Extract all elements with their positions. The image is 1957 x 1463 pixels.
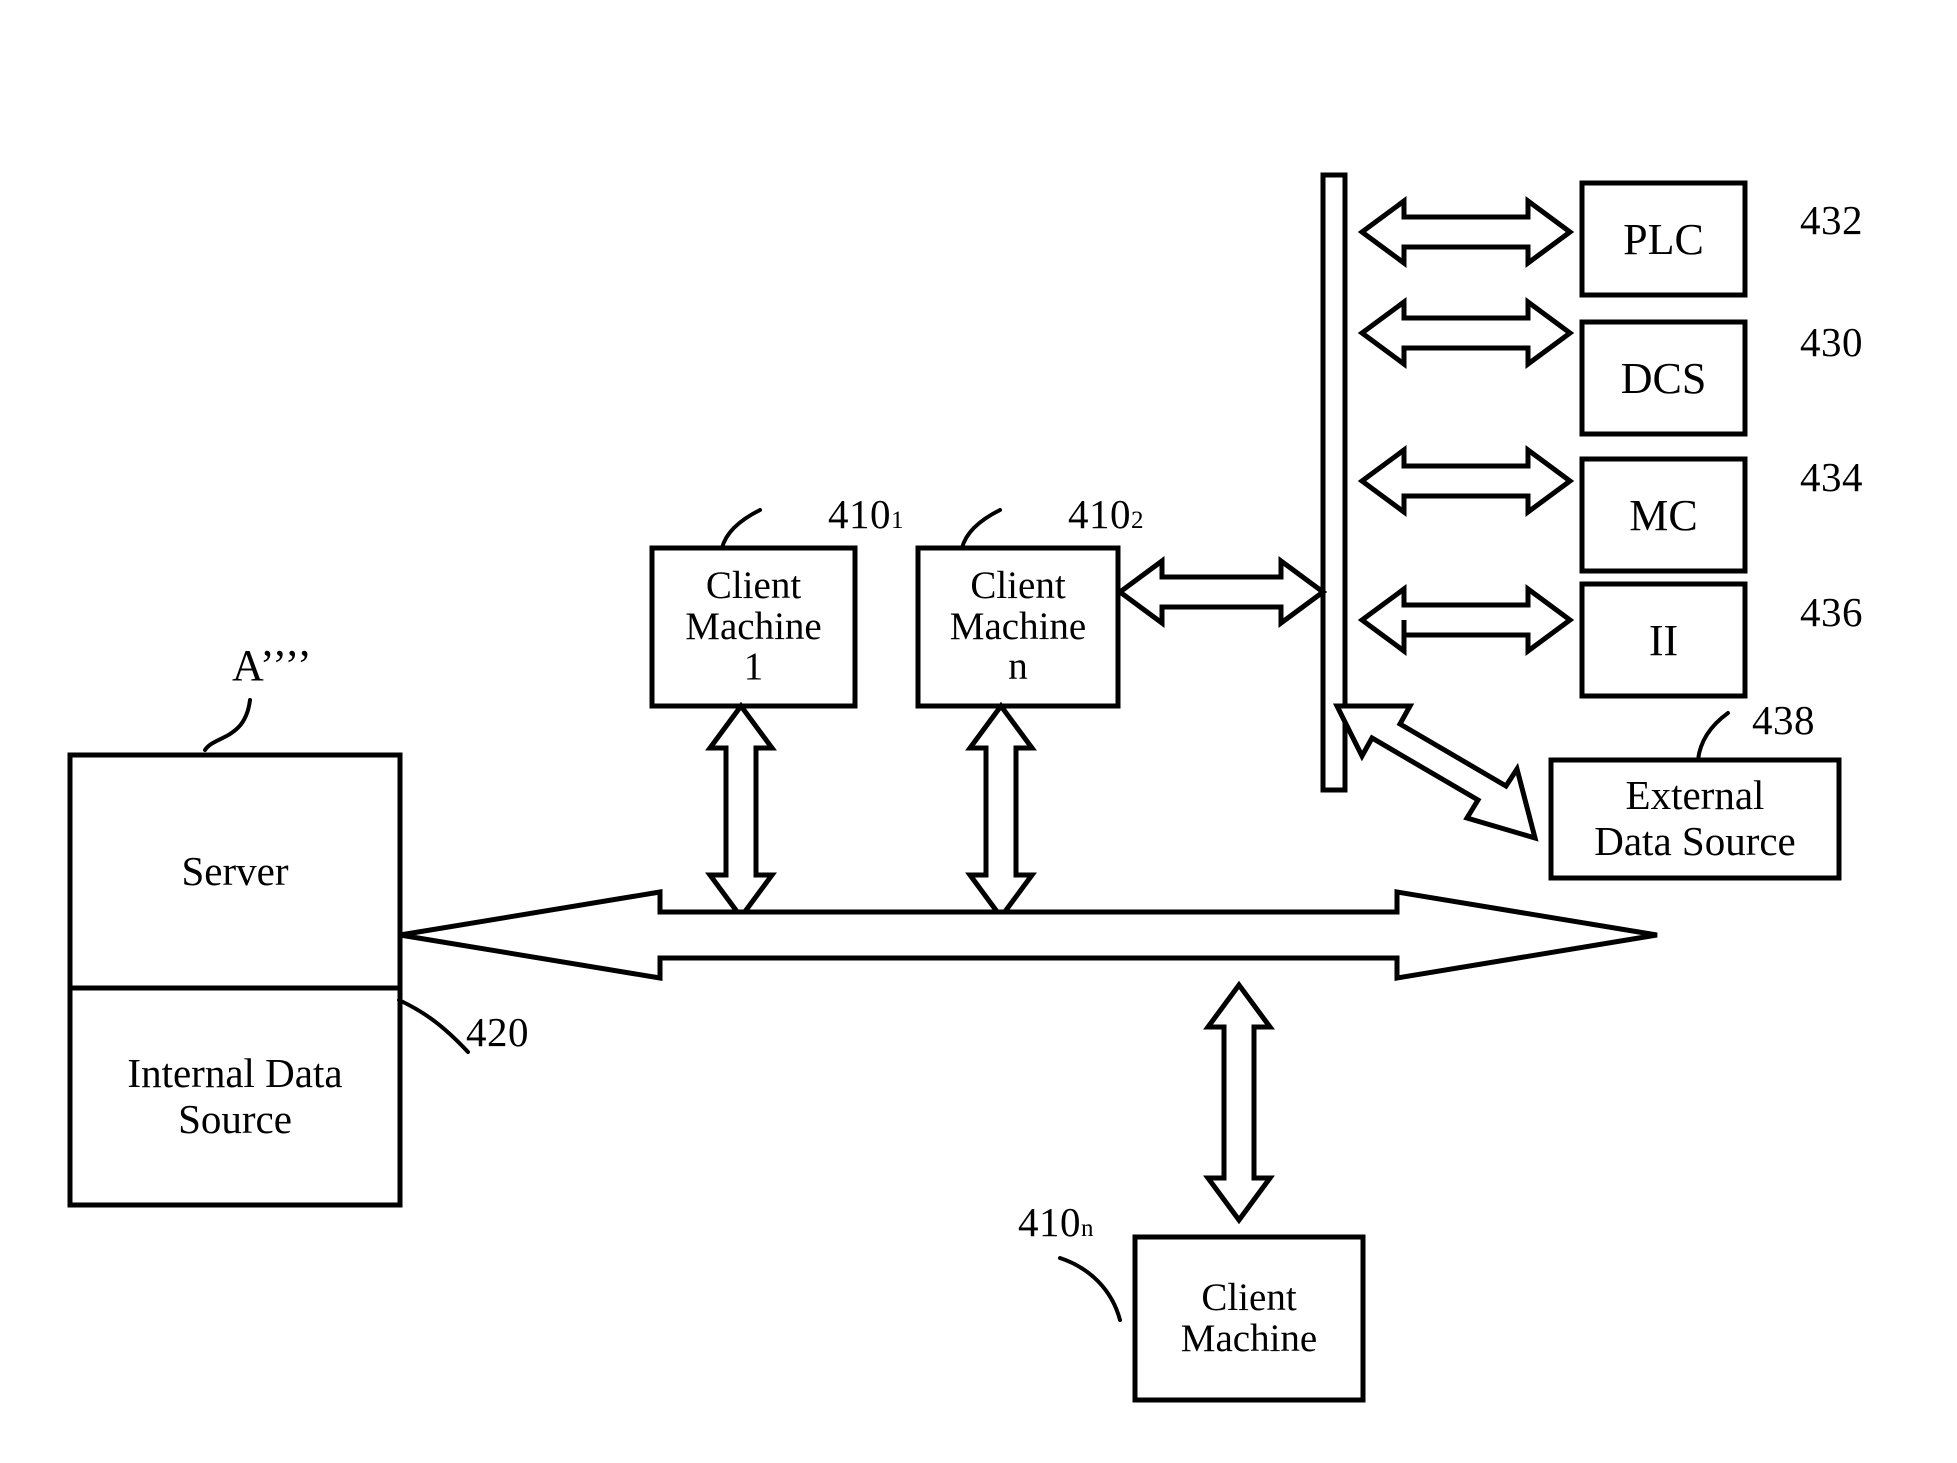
ref-410-n-subscript: n: [1081, 1215, 1094, 1242]
ref-number-432: 432: [1800, 197, 1863, 243]
device-label-ii: II: [1648, 615, 1679, 665]
arrow-bus-to-mc: [1357, 445, 1575, 517]
leader-line-410-n: [1058, 1256, 1122, 1322]
figure-tag-a: A’’’’: [232, 641, 313, 690]
ref-number-436: 436: [1800, 589, 1863, 635]
arrow-client1-to-network: [705, 701, 777, 922]
device-label-dcs: DCS: [1620, 353, 1707, 403]
figure-canvas: A’’’’ Server Internal Data Source 420 Cl…: [0, 0, 1957, 1463]
external-data-source-line1: External: [1625, 772, 1765, 819]
arrow-bus-to-external-data-source: [1332, 703, 1539, 842]
ref-410-n-base: 410: [1018, 1199, 1081, 1245]
leader-line-410-2: [960, 508, 1002, 550]
client-machine-1-label: Client Machine 1: [652, 548, 855, 706]
communication-bus: [1320, 172, 1348, 793]
leader-line-420: [397, 998, 470, 1054]
ref-number-438: 438: [1752, 697, 1815, 743]
ref-number-434: 434: [1800, 454, 1863, 500]
arrow-client2-to-bus: [1115, 556, 1328, 628]
device-label-plc: PLC: [1623, 214, 1704, 264]
external-data-source-line2: Data Source: [1594, 818, 1796, 864]
ref-410-1-base: 410: [828, 491, 891, 537]
client-machine-2-label: Client Machine n: [918, 548, 1118, 706]
network-backbone-arrow: [399, 889, 1658, 981]
arrow-bus-to-ii: [1357, 584, 1575, 656]
internal-data-source-line1: Internal Data: [127, 1049, 343, 1096]
arrow-bus-to-dcs: [1357, 297, 1575, 369]
arrow-network-to-client-n: [1203, 980, 1275, 1225]
ref-number-420: 420: [466, 1009, 529, 1055]
ref-number-430: 430: [1800, 319, 1863, 365]
client-machine-n-label: Client Machine: [1135, 1237, 1363, 1400]
ref-number-410-n: 410n: [1018, 1200, 1094, 1244]
client-machine-1-line3: 1: [743, 645, 764, 689]
external-data-source-label: External Data Source: [1551, 760, 1839, 878]
client-machine-2-line1: Client: [970, 563, 1066, 607]
client-machine-n-line2: Machine: [1180, 1316, 1318, 1360]
client-machine-2-line2: Machine: [949, 604, 1087, 648]
leader-line-tag-a: [203, 698, 252, 752]
ref-410-1-subscript: 1: [891, 507, 904, 534]
server-title: Server: [181, 847, 289, 894]
arrow-bus-to-plc: [1357, 196, 1575, 268]
client-machine-1-line2: Machine: [685, 604, 822, 648]
ref-number-410-2: 4102: [1068, 492, 1144, 536]
ref-410-2-subscript: 2: [1131, 507, 1144, 534]
device-label-mc: MC: [1629, 490, 1698, 540]
ref-410-2-base: 410: [1068, 491, 1131, 537]
client-machine-2-line3: n: [1008, 645, 1028, 689]
client-machine-n-line1: Client: [1201, 1275, 1297, 1319]
ref-number-410-1: 4101: [828, 492, 904, 536]
arrow-client2-to-network: [965, 701, 1037, 922]
client-machine-1-line1: Client: [705, 563, 802, 607]
internal-data-source-line2: Source: [178, 1095, 292, 1142]
leader-line-410-1: [720, 508, 762, 550]
leader-line-438: [1696, 711, 1730, 762]
internal-data-source-label: Internal Data Source: [70, 988, 400, 1205]
